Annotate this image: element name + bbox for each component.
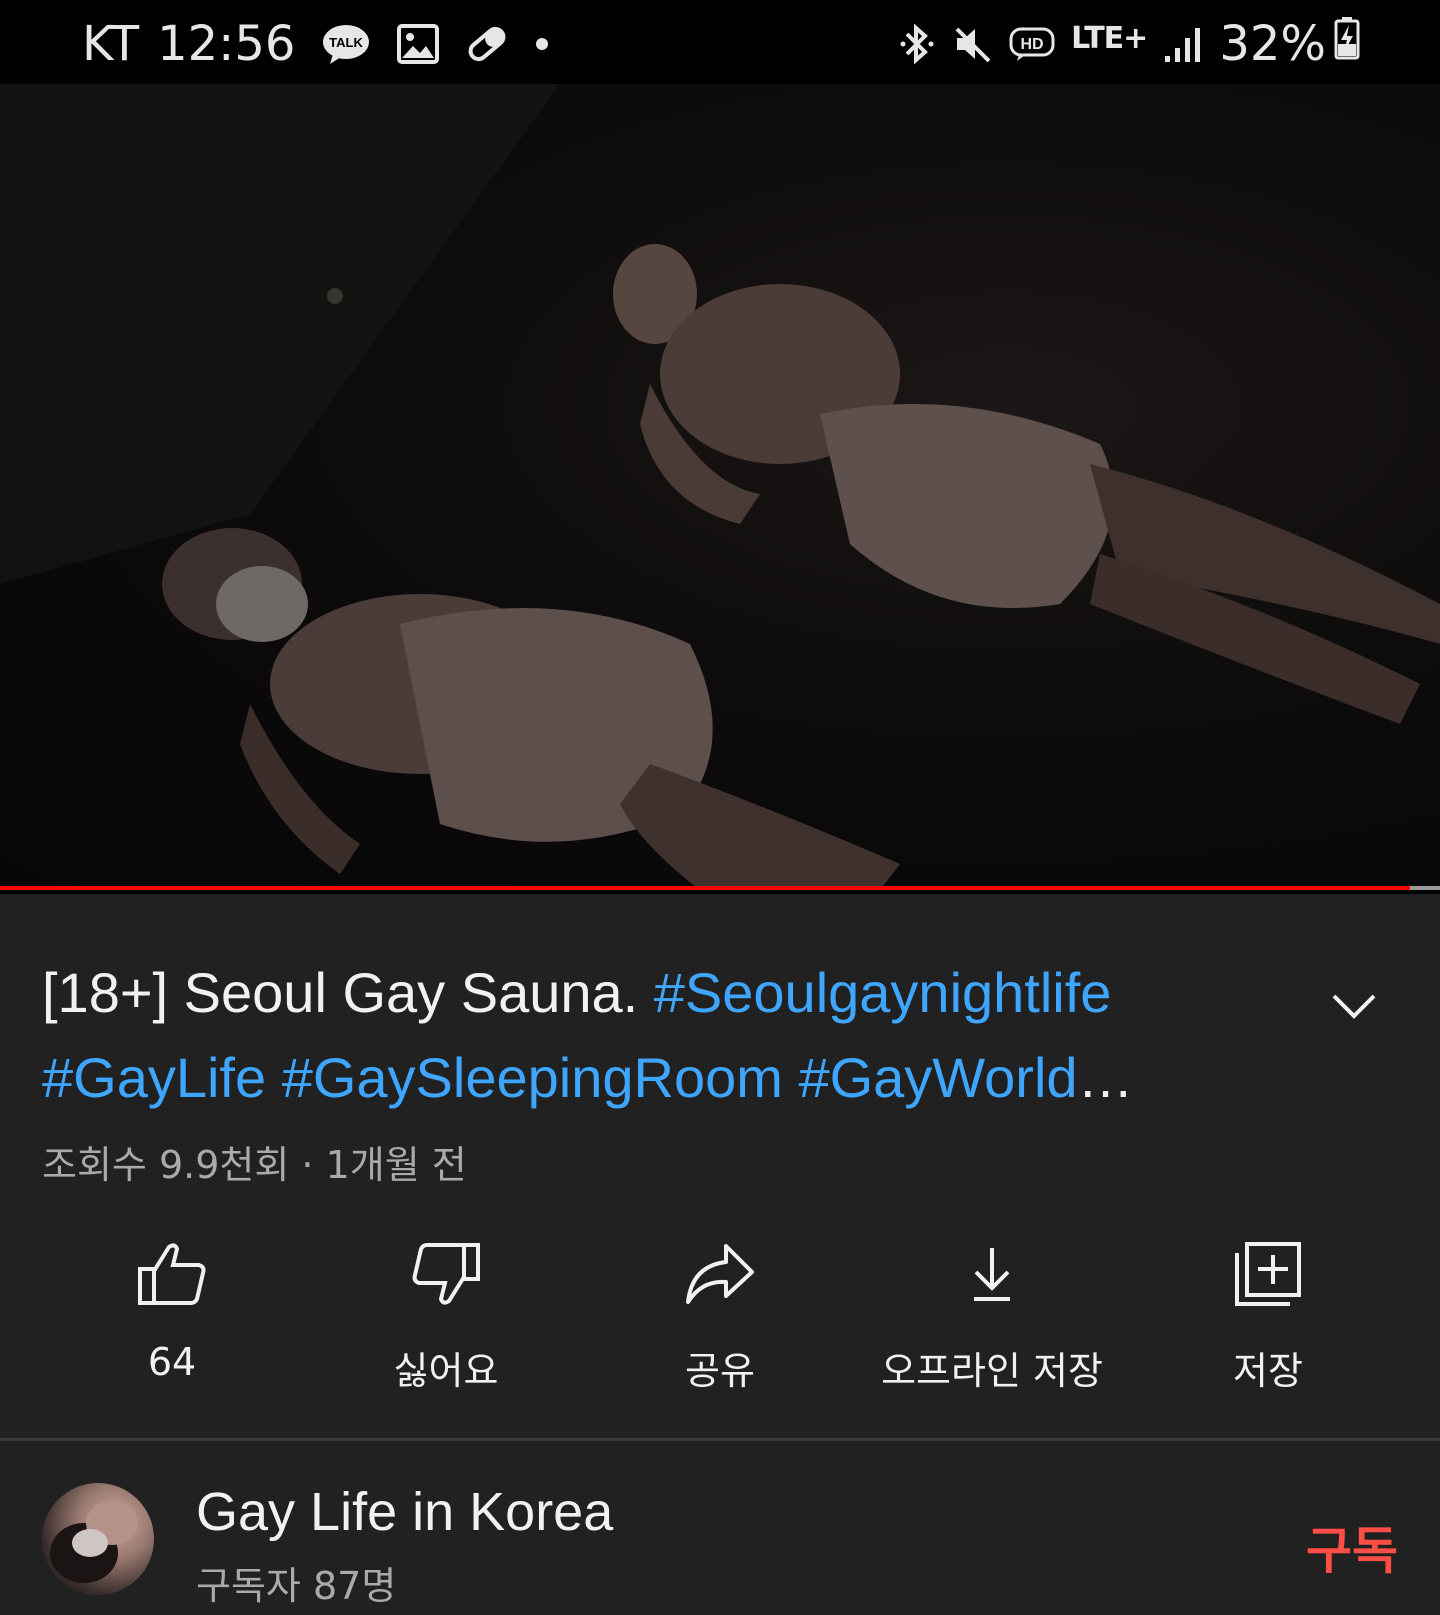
dot-icon (535, 37, 549, 51)
progress-fill (0, 886, 1410, 890)
save-to-playlist-button[interactable]: 저장 (1138, 1234, 1398, 1395)
like-count: 64 (147, 1340, 197, 1384)
expand-description-button[interactable] (1326, 978, 1382, 1034)
progress-bar[interactable] (0, 886, 1440, 890)
save-label: 저장 (1233, 1349, 1303, 1393)
pill-icon (465, 24, 509, 64)
hashtag-link[interactable]: #Seoulgaynightlife (654, 961, 1112, 1024)
subscribe-button[interactable]: 구독 (1306, 1511, 1398, 1583)
dislike-button[interactable]: 싫어요 (316, 1234, 576, 1395)
hashtag-link[interactable]: #GayWorld (798, 1046, 1077, 1109)
title-prefix: [18+] Seoul Gay Sauna. (42, 961, 639, 1024)
share-button[interactable]: 공유 (590, 1234, 850, 1395)
clock: 12:56 (157, 16, 296, 72)
dislike-label: 싫어요 (393, 1349, 499, 1393)
download-button[interactable]: 오프라인 저장 (862, 1234, 1122, 1395)
svg-text:TALK: TALK (330, 35, 364, 50)
image-icon (397, 24, 440, 64)
video-meta: 조회수 9.9천회 · 1개월 전 (42, 1134, 467, 1189)
status-bar-right: HD LTE+ 32% (899, 16, 1360, 72)
thumbs-down-icon (411, 1234, 481, 1314)
carrier-label: KT (82, 16, 140, 72)
upload-age: 1개월 전 (325, 1143, 467, 1187)
title-ellipsis: … (1077, 1046, 1134, 1109)
status-bar: KT 12:56 TALK HD LTE+ 32% (0, 0, 1440, 84)
share-label: 공유 (685, 1349, 755, 1393)
battery-charging-icon (1334, 16, 1360, 72)
video-title[interactable]: [18+] Seoul Gay Sauna. #Seoulgaynightlif… (42, 950, 1152, 1120)
action-bar: 64 싫어요 공유 오프라인 저장 저장 (0, 1234, 1440, 1414)
like-button[interactable]: 64 (42, 1234, 302, 1384)
signal-icon (1163, 24, 1203, 64)
channel-name[interactable]: Gay Life in Korea (196, 1481, 613, 1543)
download-icon (970, 1234, 1014, 1314)
view-count: 조회수 9.9천회 (42, 1143, 290, 1187)
hd-voice-icon: HD (1009, 26, 1055, 62)
bluetooth-icon (899, 22, 935, 66)
chevron-down-icon (1332, 994, 1376, 1019)
video-player[interactable] (0, 84, 1440, 890)
lte-icon: LTE+ (1071, 20, 1148, 56)
meta-separator: · (301, 1143, 314, 1187)
video-info-panel: [18+] Seoul Gay Sauna. #Seoulgaynightlif… (0, 894, 1440, 1438)
subscriber-count: 구독자 87명 (196, 1564, 397, 1608)
download-label: 오프라인 저장 (881, 1349, 1103, 1393)
hashtag-link[interactable]: #GayLife (42, 1046, 266, 1109)
mute-icon (951, 23, 993, 65)
video-frame (0, 84, 1440, 890)
add-to-playlist-icon (1234, 1234, 1302, 1314)
battery-percent: 32% (1219, 16, 1326, 72)
channel-row[interactable]: Gay Life in Korea 구독자 87명 구독 (0, 1441, 1440, 1615)
share-icon (684, 1234, 756, 1314)
svg-text:HD: HD (1021, 36, 1044, 53)
avatar[interactable] (42, 1483, 154, 1595)
thumbs-up-icon (137, 1234, 207, 1314)
status-bar-left: KT 12:56 TALK (82, 16, 575, 72)
kakaotalk-icon: TALK (321, 22, 371, 66)
hashtag-link[interactable]: #GaySleepingRoom (282, 1046, 783, 1109)
